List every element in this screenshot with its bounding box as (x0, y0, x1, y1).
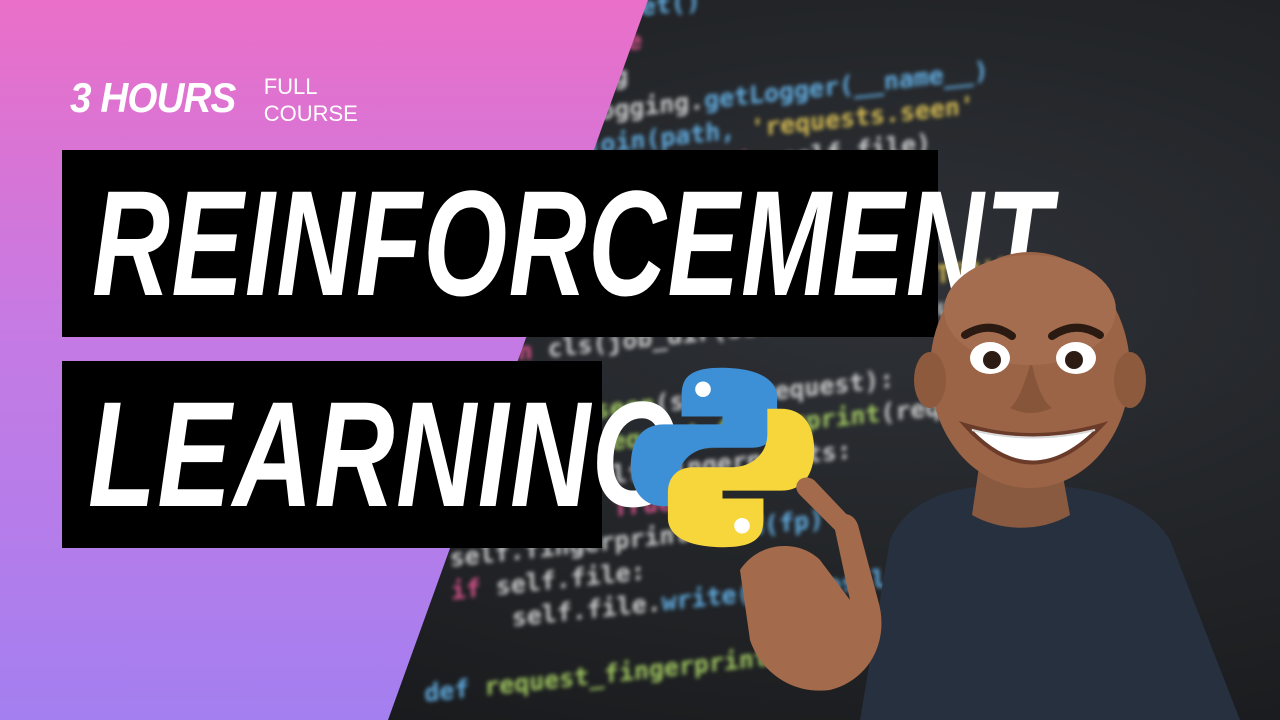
course-badge: 3 HOURS FULL COURSE (70, 72, 358, 126)
title-line-2: LEARNING (62, 361, 678, 548)
presenter-figure (740, 252, 1240, 720)
duration-label: 3 HOURS (70, 74, 236, 121)
title-text-2: LEARNING (88, 370, 680, 538)
thumbnail: le = Nonefingerprints = set().logdupes =… (0, 0, 1280, 720)
course-type-label: FULL COURSE (263, 74, 358, 126)
